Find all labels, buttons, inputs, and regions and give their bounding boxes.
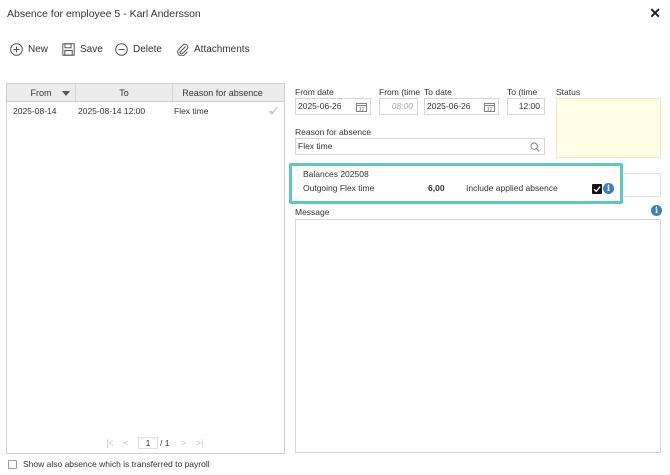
column-header-to-label: To bbox=[119, 88, 129, 98]
first-page-icon[interactable]: |< bbox=[102, 438, 118, 448]
next-page-icon[interactable]: > bbox=[175, 438, 191, 448]
plus-circle-icon bbox=[10, 42, 23, 56]
table-row[interactable]: 2025-08-14 2025-08-14 12:00 Flex time bbox=[7, 103, 284, 119]
attachments-button[interactable]: Attachments bbox=[176, 40, 250, 58]
column-header-reason[interactable]: Reason for absence bbox=[173, 84, 272, 102]
show-transferred-toggle[interactable]: Show also absence which is transferred t… bbox=[8, 459, 210, 469]
to-date-value: 2025-06-26 bbox=[427, 101, 471, 111]
page-total-value: 1 bbox=[164, 438, 170, 448]
info-icon[interactable]: i bbox=[603, 183, 614, 194]
balance-value: 6,00 bbox=[428, 183, 445, 193]
svg-text:31: 31 bbox=[487, 107, 493, 112]
save-button-label: Save bbox=[80, 43, 103, 55]
floppy-disk-icon bbox=[62, 42, 75, 56]
balance-name: Outgoing Flex time bbox=[303, 183, 375, 193]
calendar-icon[interactable]: 31 bbox=[484, 102, 495, 112]
prev-page-icon[interactable]: < bbox=[118, 438, 134, 448]
status-field bbox=[556, 98, 661, 158]
grid-header: From To Reason for absence bbox=[7, 84, 284, 102]
cell-reason: Flex time bbox=[174, 106, 209, 116]
search-icon[interactable] bbox=[530, 142, 540, 152]
from-time-value: 08:00 bbox=[391, 101, 413, 111]
cell-from: 2025-08-14 bbox=[13, 106, 57, 116]
calendar-icon[interactable]: 31 bbox=[356, 102, 367, 112]
new-button[interactable]: New bbox=[10, 40, 48, 58]
from-time-label: From (time bbox=[379, 87, 421, 97]
absence-grid: From To Reason for absence 2025-08-14 20… bbox=[6, 83, 285, 454]
from-time-field[interactable]: 08:00 bbox=[379, 98, 418, 115]
include-applied-checkbox[interactable] bbox=[592, 184, 602, 194]
column-header-to[interactable]: To bbox=[76, 84, 173, 102]
minus-circle-icon bbox=[115, 42, 128, 56]
from-date-field[interactable]: 2025-06-26 31 bbox=[295, 98, 371, 115]
message-label: Message bbox=[295, 207, 330, 217]
reason-value: Flex time bbox=[298, 141, 333, 151]
to-time-label: To (time bbox=[507, 87, 538, 97]
svg-text:31: 31 bbox=[359, 107, 365, 112]
delete-button[interactable]: Delete bbox=[115, 40, 162, 58]
to-time-value: 12:00 bbox=[518, 101, 540, 111]
from-date-label: From date bbox=[295, 87, 334, 97]
page-total: / 1 bbox=[160, 438, 169, 448]
from-date-value: 2025-06-26 bbox=[298, 101, 342, 111]
pager: |< < 1 / 1 > >| bbox=[102, 436, 207, 450]
to-time-field[interactable]: 12:00 bbox=[507, 98, 545, 115]
message-textarea[interactable] bbox=[295, 219, 661, 453]
window-title: Absence for employee 5 - Karl Andersson bbox=[7, 8, 201, 20]
info-icon[interactable]: i bbox=[651, 205, 662, 216]
attachments-button-label: Attachments bbox=[194, 43, 250, 55]
column-header-reason-label: Reason for absence bbox=[182, 88, 263, 98]
last-page-icon[interactable]: >| bbox=[191, 438, 207, 448]
check-icon bbox=[268, 106, 278, 115]
to-date-field[interactable]: 2025-06-26 31 bbox=[424, 98, 499, 115]
new-button-label: New bbox=[28, 43, 49, 55]
to-date-label: To date bbox=[424, 87, 452, 97]
sort-desc-icon[interactable] bbox=[62, 91, 70, 96]
delete-button-label: Delete bbox=[133, 43, 162, 55]
column-header-from-label: From bbox=[30, 88, 52, 98]
show-transferred-label: Show also absence which is transferred t… bbox=[23, 459, 210, 469]
page-separator: / bbox=[160, 438, 163, 448]
check-icon bbox=[593, 186, 601, 193]
close-icon[interactable]: ✕ bbox=[649, 5, 661, 22]
toolbar: New Save Delete Attachments bbox=[0, 36, 670, 62]
paperclip-icon bbox=[177, 43, 189, 56]
cell-to: 2025-08-14 12:00 bbox=[78, 106, 146, 116]
status-label: Status bbox=[556, 87, 581, 97]
balances-title: Balances 202508 bbox=[303, 169, 369, 179]
show-transferred-checkbox[interactable] bbox=[8, 459, 17, 469]
title-bar: Absence for employee 5 - Karl Andersson … bbox=[0, 0, 670, 28]
include-applied-label: Include applied absence bbox=[466, 183, 558, 193]
reason-field[interactable]: Flex time bbox=[295, 138, 545, 155]
page-number-input[interactable]: 1 bbox=[138, 437, 158, 449]
save-button[interactable]: Save bbox=[62, 40, 103, 58]
reason-label: Reason for absence bbox=[295, 127, 372, 137]
